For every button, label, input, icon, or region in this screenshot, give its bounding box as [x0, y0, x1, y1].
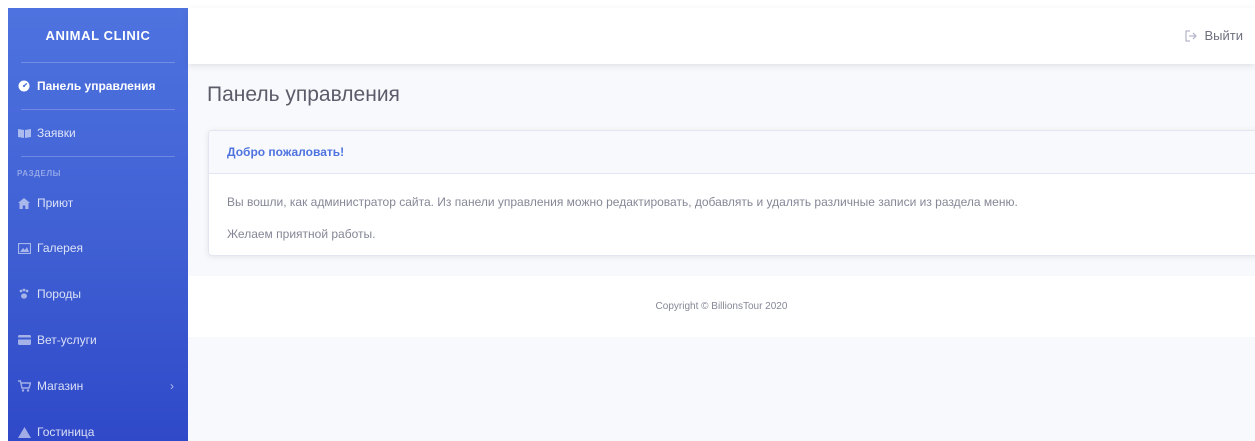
sidebar-item-label: Магазин	[37, 379, 84, 393]
sidebar-item-dashboard[interactable]: Панель управления	[8, 63, 188, 109]
card-icon	[17, 334, 31, 346]
sidebar-item-hotel[interactable]: Гостиница	[8, 409, 188, 441]
sidebar: ANIMAL CLINIC Панель управления Заявки Р…	[8, 8, 188, 441]
home-icon	[17, 197, 31, 209]
brand-logo[interactable]: ANIMAL CLINIC	[8, 8, 188, 62]
card-paragraph: Желаем приятной работы.	[227, 227, 376, 241]
welcome-card: Добро пожаловать! Вы вошли, как админист…	[208, 130, 1255, 256]
footer: Copyright © BillionsTour 2020	[188, 276, 1255, 337]
dashboard-icon	[17, 80, 31, 92]
sidebar-item-requests[interactable]: Заявки	[8, 110, 188, 156]
copyright-text: Copyright © BillionsTour 2020	[655, 301, 788, 312]
sidebar-item-label: Вет-услуги	[37, 333, 97, 347]
sidebar-item-label: Галерея	[37, 241, 84, 255]
sidebar-item-shelter[interactable]: Приют	[8, 181, 188, 225]
cart-icon	[17, 380, 31, 392]
sidebar-item-label: Породы	[37, 287, 82, 301]
sign-out-icon	[1184, 29, 1197, 42]
logout-button[interactable]: Выйти	[1184, 28, 1244, 43]
card-header: Добро пожаловать!	[209, 131, 1255, 174]
sidebar-item-shop[interactable]: Магазин ›	[8, 363, 188, 409]
sidebar-item-label: Гостиница	[37, 425, 95, 439]
card-paragraph: Вы вошли, как администратор сайта. Из па…	[227, 195, 1018, 209]
sidebar-item-label: Заявки	[37, 126, 76, 140]
page-background	[188, 337, 1255, 441]
logout-label: Выйти	[1204, 28, 1244, 43]
topbar: Выйти	[188, 8, 1255, 64]
page: ANIMAL CLINIC Панель управления Заявки Р…	[0, 0, 1255, 441]
gallery-icon	[17, 242, 31, 254]
page-title: Панель управления	[207, 83, 400, 106]
sidebar-item-breeds[interactable]: Породы	[8, 271, 188, 317]
book-icon	[17, 127, 31, 139]
sidebar-item-label: Панель управления	[37, 79, 156, 93]
paw-icon	[17, 288, 31, 300]
sidebar-section-heading: РАЗДЕЛЫ	[17, 169, 62, 178]
main-content: Панель управления Добро пожаловать! Вы в…	[188, 64, 1255, 276]
card-body: Вы вошли, как администратор сайта. Из па…	[209, 174, 1255, 241]
sidebar-item-label: Приют	[37, 196, 74, 210]
chevron-right-icon[interactable]: ›	[170, 379, 174, 393]
sidebar-item-vet-services[interactable]: Вет-услуги	[8, 317, 188, 363]
tent-icon	[17, 426, 31, 438]
sidebar-item-gallery[interactable]: Галерея	[8, 225, 188, 271]
